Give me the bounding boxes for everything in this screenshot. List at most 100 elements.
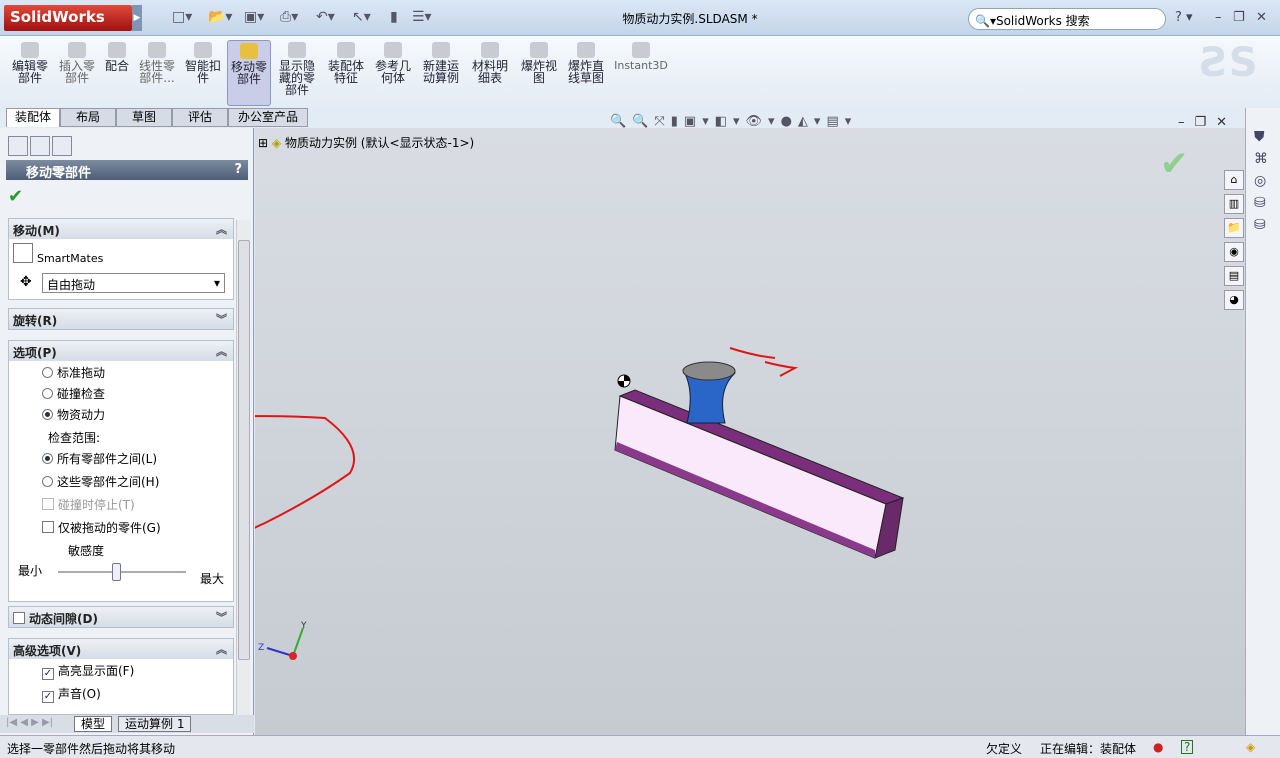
tab-evaluate[interactable]: 评估 bbox=[172, 108, 228, 127]
model[interactable] bbox=[614, 361, 905, 559]
sensitivity-slider-thumb[interactable] bbox=[111, 563, 121, 581]
model-and-annotations: YZ bbox=[255, 347, 905, 660]
tab-motion-study-1[interactable]: 运动算例 1 bbox=[118, 716, 192, 732]
print-icon[interactable]: ⎙▾ bbox=[280, 9, 298, 25]
search-input[interactable]: 🔍▾SolidWorks 搜索 bbox=[968, 8, 1166, 30]
explode-line-sketch-button[interactable]: 爆炸直线草图 bbox=[565, 40, 607, 106]
new-motion-study-button[interactable]: 新建运动算例 bbox=[420, 40, 462, 106]
label: 参考几何体 bbox=[374, 59, 411, 85]
help-button[interactable]: ? bbox=[234, 162, 242, 177]
stop-at-collision-checkbox[interactable]: 碰撞时停止(T) bbox=[42, 496, 135, 513]
dragged-only-checkbox[interactable]: 仅被拖动的零件(G) bbox=[42, 519, 161, 536]
mate-button[interactable]: 配合 bbox=[102, 40, 132, 106]
title-bar: SolidWorks ▶ □▾ 📂▾ ▣▾ ⎙▾ ↶▾ ↖▾ ▮ ☰▾ 物质动力… bbox=[0, 0, 1280, 36]
label: 标准拖动 bbox=[57, 366, 106, 380]
design-library-icon[interactable]: ▥ bbox=[1224, 194, 1244, 214]
tab-model[interactable]: 模型 bbox=[74, 716, 113, 732]
edit-component-button[interactable]: 编辑零部件 bbox=[10, 40, 50, 106]
physical-dynamics-radio[interactable]: 物资动力 bbox=[42, 406, 105, 423]
value: 自由拖动 bbox=[47, 278, 96, 292]
command-manager: 编辑零部件 插入零部件 配合 线性零部件... 智能扣件 移动零部件 显示隐藏的… bbox=[0, 36, 1280, 108]
restore-button[interactable]: ❐ bbox=[1233, 10, 1245, 25]
expand-icon[interactable]: ︾ bbox=[216, 311, 227, 327]
label: 移动(M) bbox=[13, 224, 60, 238]
graphics-area[interactable]: 🔍🔍⤧▮▣▾◧▾👁▾●◭▾▤▾ –❐✕ ⊞ ◈ 物质动力实例 (默认<显示状态-… bbox=[255, 114, 1245, 735]
max-label: 最大 bbox=[200, 572, 225, 586]
sensitivity-slider-track[interactable] bbox=[58, 571, 186, 573]
ok-check-icon[interactable]: ✔ bbox=[8, 186, 23, 207]
undo-icon[interactable]: ↶▾ bbox=[316, 9, 335, 25]
label: SmartMates bbox=[37, 252, 104, 265]
help-status-icon[interactable]: ? bbox=[1181, 740, 1194, 754]
panel-scrollbar[interactable] bbox=[236, 220, 250, 715]
view-palette-icon[interactable]: ◉ bbox=[1224, 242, 1244, 262]
check-range-label: 检查范围: bbox=[48, 431, 101, 445]
linear-pattern-button[interactable]: 线性零部件... bbox=[136, 40, 178, 106]
file-explorer-icon[interactable]: 📁 bbox=[1224, 218, 1244, 238]
collapse-icon[interactable]: ︽ bbox=[216, 343, 227, 359]
instant3d-button[interactable]: Instant3D bbox=[614, 40, 668, 106]
menu-arrow-icon[interactable]: ▶ bbox=[132, 5, 142, 31]
checkbox[interactable] bbox=[13, 612, 25, 624]
pm-header: 移动零部件? bbox=[6, 160, 248, 181]
home-icon[interactable]: ⌂ bbox=[1224, 170, 1244, 190]
minimize-button[interactable]: – bbox=[1215, 10, 1222, 25]
between-these-radio[interactable]: 这些零部件之间(H) bbox=[42, 473, 159, 490]
between-all-radio[interactable]: 所有零部件之间(L) bbox=[42, 450, 157, 467]
close-button[interactable]: ✕ bbox=[1256, 10, 1267, 25]
label: 这些零部件之间(H) bbox=[57, 475, 160, 489]
status-editing: 正在编辑：装配体 bbox=[1040, 742, 1137, 756]
show-hidden-components-button[interactable]: 显示隐藏的零部件 bbox=[276, 40, 318, 106]
custom-properties-icon[interactable]: ◕ bbox=[1224, 290, 1244, 310]
move-component-button[interactable]: 移动零部件 bbox=[227, 40, 271, 106]
configuration-manager-tab[interactable] bbox=[52, 136, 72, 156]
reference-geometry-button[interactable]: 参考几何体 bbox=[372, 40, 414, 106]
options-group-header[interactable]: 选项(P) ︽ bbox=[9, 341, 233, 361]
advanced-group-header[interactable]: 高级选项(V) ︽ bbox=[9, 639, 233, 659]
dynamic-clearance-header[interactable]: 动态间隙(D) ︾ bbox=[9, 607, 233, 627]
save-icon[interactable]: ▣▾ bbox=[244, 9, 264, 25]
help-icon[interactable]: ? ▾ bbox=[1175, 10, 1193, 25]
radio bbox=[42, 476, 53, 487]
tab-layout[interactable]: 布局 bbox=[60, 108, 116, 127]
assembly-features-button[interactable]: 装配体特征 bbox=[325, 40, 367, 106]
task-pane-tools-icon[interactable]: ⛊ ⌘ ◎ ⛁ ⛁ bbox=[1254, 126, 1268, 236]
sound-checkbox[interactable]: ✓ 声音(O) bbox=[42, 685, 101, 703]
property-manager-tab[interactable] bbox=[30, 136, 50, 156]
move-group-header[interactable]: 移动(M) ︽ bbox=[9, 219, 233, 239]
tab-office-products[interactable]: 办公室产品 bbox=[228, 108, 308, 127]
rotate-group-header[interactable]: 旋转(R) ︾ bbox=[9, 309, 233, 329]
tab-assembly[interactable]: 装配体 bbox=[6, 108, 60, 127]
tab-sketch[interactable]: 草图 bbox=[116, 108, 172, 127]
checkbox bbox=[42, 498, 54, 510]
heads-up-view-toolbar[interactable]: 🔍🔍⤧▮▣▾◧▾👁▾●◭▾▤▾ bbox=[610, 114, 857, 129]
checkbox bbox=[42, 521, 54, 533]
svg-text:Z: Z bbox=[258, 643, 264, 653]
bill-of-materials-button[interactable]: 材料明细表 bbox=[469, 40, 511, 106]
options-icon[interactable]: ☰▾ bbox=[412, 9, 432, 25]
exploded-view-button[interactable]: 爆炸视图 bbox=[518, 40, 560, 106]
insert-component-button[interactable]: 插入零部件 bbox=[56, 40, 98, 106]
highlight-faces-checkbox[interactable]: ✓ 高亮显示面(F) bbox=[42, 662, 134, 680]
label: Instant3D bbox=[614, 59, 668, 72]
scrollbar-thumb[interactable] bbox=[238, 240, 250, 660]
standard-drag-radio[interactable]: 标准拖动 bbox=[42, 364, 105, 381]
collapse-icon[interactable]: ︽ bbox=[216, 641, 227, 657]
rebuild-status-icon[interactable]: ● bbox=[1153, 740, 1163, 754]
radio bbox=[42, 367, 53, 378]
collision-detection-radio[interactable]: 碰撞检查 bbox=[42, 385, 105, 402]
tab-nav-arrows-icon[interactable]: |◀ ◀ ▶ ▶| bbox=[6, 717, 53, 728]
smartmates-button[interactable]: SmartMates bbox=[13, 243, 103, 265]
new-file-icon[interactable]: □▾ bbox=[172, 9, 192, 25]
smart-fasteners-button[interactable]: 智能扣件 bbox=[182, 40, 224, 106]
select-icon[interactable]: ↖▾ bbox=[352, 9, 371, 25]
feature-manager-tab[interactable] bbox=[8, 136, 28, 156]
open-file-icon[interactable]: 📂▾ bbox=[208, 9, 232, 25]
expand-icon[interactable]: ︾ bbox=[216, 609, 227, 625]
rebuild-icon[interactable]: ▮ bbox=[390, 9, 398, 25]
move-mode-select[interactable]: 自由拖动 ▾ bbox=[42, 273, 225, 293]
tag-icon[interactable]: ◈ bbox=[1246, 740, 1255, 754]
appearances-icon[interactable]: ▤ bbox=[1224, 266, 1244, 286]
solidworks-logo[interactable]: SolidWorks bbox=[4, 5, 132, 31]
collapse-icon[interactable]: ︽ bbox=[216, 221, 227, 237]
